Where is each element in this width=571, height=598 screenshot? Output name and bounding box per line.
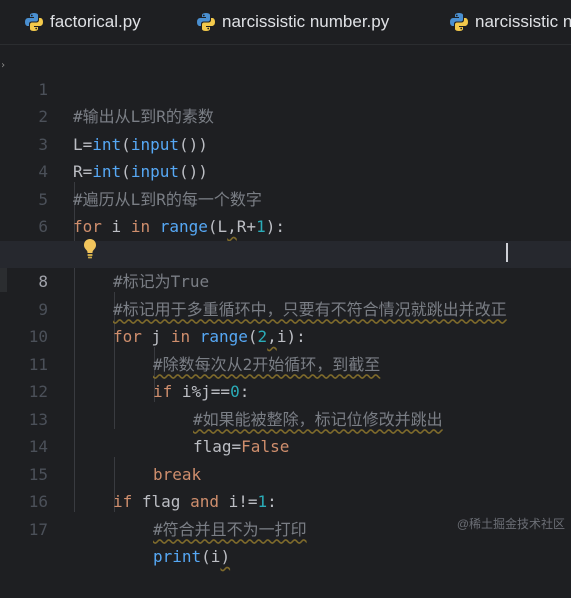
code-line[interactable]: 2 L=int(input()) (0, 76, 571, 154)
code-line[interactable]: 16 #符合并且不为一打印 (0, 461, 571, 539)
code-line[interactable]: 4 #遍历从L到R的每一个数字 (0, 131, 571, 209)
text-caret (506, 243, 508, 262)
python-file-icon (197, 13, 215, 31)
code-line[interactable]: 5 for i in range(L,R+1): (0, 158, 571, 237)
lightbulb-icon[interactable] (82, 238, 98, 260)
tab-label: factorical.py (50, 12, 141, 31)
tab-factorical[interactable]: factorical.py (24, 0, 141, 44)
tab-narcissistic-truncated[interactable]: narcissistic n (449, 0, 571, 44)
python-file-icon (25, 13, 43, 31)
tab-narcissistic-number[interactable]: narcissistic number.py (196, 0, 389, 44)
code-line[interactable]: 11 if i%j==0: (0, 323, 571, 402)
code-text: #符合并且不为一打印 (153, 516, 307, 544)
code-line[interactable]: 17 print(i) (0, 488, 571, 567)
code-line[interactable]: 6 flag=True (0, 186, 571, 264)
tab-label: narcissistic n (475, 12, 571, 31)
watermark: @稀土掘金技术社区 (456, 517, 565, 531)
line-number: 17 (28, 519, 48, 539)
editor-tab-bar: factorical.py narcissistic number.py nar… (0, 0, 571, 45)
code-editor[interactable]: 1 #输出从L到R的素数 2 L=int(input()) 3 R=int(in… (0, 44, 571, 567)
code-line[interactable]: 10 #除数每次从2开始循环，到截至 (0, 296, 571, 374)
code-line[interactable]: 12 #如果能被整除，标记位修改并跳出 (0, 351, 571, 429)
code-line[interactable]: 7 #标记为True (0, 213, 571, 292)
python-file-icon (450, 13, 468, 31)
code-text: print(i) (153, 547, 231, 566)
tab-label: narcissistic number.py (222, 12, 390, 31)
comment-text: #符合并且不为一打印 (153, 519, 307, 539)
code-line[interactable]: 14 break (0, 406, 571, 484)
code-line[interactable]: 9 for j in range(2,i): (0, 268, 571, 347)
code-line[interactable]: 3 R=int(input()) (0, 103, 571, 182)
code-line[interactable]: 1 #输出从L到R的素数 (0, 48, 571, 127)
code-line[interactable]: 15 if flag and i!=1: (0, 433, 571, 512)
code-line[interactable]: 13 flag=False (0, 378, 571, 457)
